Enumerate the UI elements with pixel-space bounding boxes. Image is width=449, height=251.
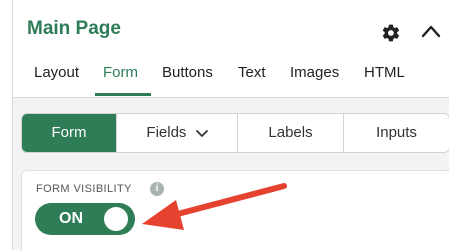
- tab-text[interactable]: Text: [238, 63, 266, 97]
- segment-form-label: Form: [51, 124, 87, 141]
- tab-html[interactable]: HTML: [364, 63, 405, 97]
- gear-icon[interactable]: [381, 23, 401, 43]
- chevron-up-icon[interactable]: [420, 23, 442, 39]
- tab-bar: Layout Form Buttons Text Images HTML: [13, 63, 449, 97]
- segment-labels-label: Labels: [268, 124, 313, 141]
- toggle-state-text: ON: [59, 210, 83, 227]
- active-tab-indicator: [95, 93, 151, 96]
- page-title: Main Page: [27, 18, 121, 39]
- panel-header: Main Page Layout Form Buttons Text Image…: [13, 0, 449, 98]
- form-visibility-toggle[interactable]: ON: [35, 203, 135, 235]
- annotation-arrow-icon: [142, 183, 287, 230]
- tab-layout[interactable]: Layout: [34, 63, 79, 97]
- segment-inputs-label: Inputs: [376, 124, 417, 141]
- tab-buttons[interactable]: Buttons: [162, 63, 213, 97]
- segment-fields-label: Fields: [146, 124, 187, 141]
- toggle-knob: [104, 207, 128, 231]
- segment-form[interactable]: Form: [22, 114, 116, 152]
- section-segmented-control: Form Fields Labels Inputs: [21, 113, 449, 153]
- form-visibility-label: FORM VISIBILITY: [36, 183, 132, 195]
- tab-images[interactable]: Images: [290, 63, 339, 97]
- segment-inputs[interactable]: Inputs: [343, 114, 449, 152]
- chevron-down-icon: [195, 129, 208, 137]
- tab-form[interactable]: Form: [103, 63, 138, 97]
- segment-fields[interactable]: Fields: [116, 114, 237, 152]
- segment-labels[interactable]: Labels: [237, 114, 343, 152]
